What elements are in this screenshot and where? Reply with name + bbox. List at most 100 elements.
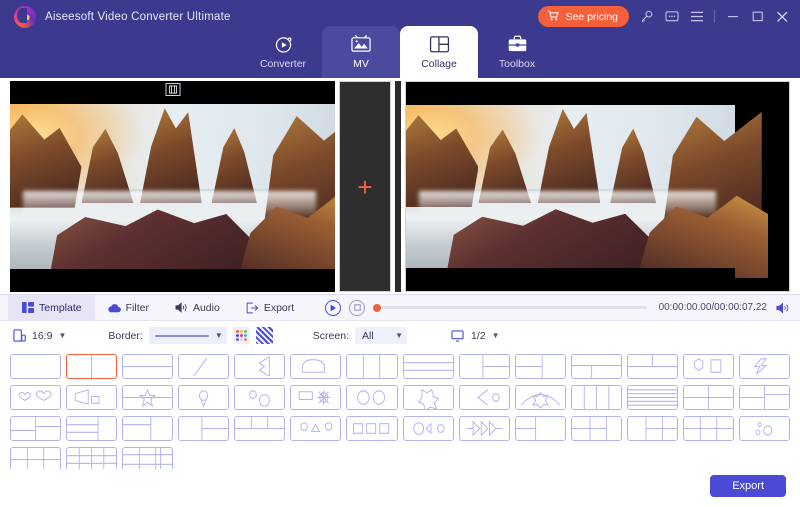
screen-select[interactable]: All ▼ bbox=[354, 327, 407, 344]
aspect-ratio-icon bbox=[12, 329, 26, 343]
template-three-squares-row[interactable] bbox=[346, 416, 398, 441]
page-control[interactable]: 1/2 ▼ bbox=[451, 329, 500, 342]
progress-track[interactable] bbox=[373, 303, 647, 312]
tab-toolbox-label: Toolbox bbox=[498, 58, 536, 70]
tab-toolbox[interactable]: Toolbox bbox=[478, 26, 556, 78]
template-grid-cross-split[interactable] bbox=[682, 416, 734, 441]
template-flower-bracket[interactable] bbox=[458, 385, 510, 410]
footer-bar: Export bbox=[0, 469, 800, 507]
template-icon bbox=[21, 301, 34, 314]
template-vertical-split-3[interactable] bbox=[346, 354, 398, 379]
template-hexagon-square[interactable] bbox=[682, 354, 734, 379]
collage-stage: + bbox=[10, 81, 790, 292]
film-clip-icon[interactable] bbox=[165, 83, 180, 96]
template-top-bar-bottom-split[interactable] bbox=[570, 354, 622, 379]
volume-icon[interactable] bbox=[775, 301, 790, 314]
template-lightning-shape[interactable] bbox=[738, 354, 790, 379]
template-left-split-right-stack[interactable] bbox=[738, 385, 790, 410]
collage-pane-2[interactable] bbox=[405, 81, 790, 292]
tool-tab-audio[interactable]: Audio bbox=[162, 295, 233, 320]
template-flag-gear[interactable] bbox=[290, 385, 342, 410]
template-left-big-right-split-h[interactable] bbox=[122, 416, 174, 441]
template-left-stack-right-big[interactable] bbox=[66, 416, 118, 441]
screen-label: Screen: bbox=[312, 329, 349, 342]
template-top-two-bottom-wide[interactable] bbox=[234, 416, 286, 441]
chevron-down-icon[interactable]: ▼ bbox=[492, 331, 500, 340]
template-top-split-bottom-bar[interactable] bbox=[626, 354, 678, 379]
mv-icon bbox=[350, 34, 372, 54]
template-grid bbox=[10, 354, 790, 469]
chevron-down-icon[interactable]: ▼ bbox=[58, 331, 66, 340]
preview-area: + bbox=[0, 78, 800, 294]
progress-handle[interactable] bbox=[373, 303, 382, 312]
tool-tab-template-label: Template bbox=[39, 301, 82, 314]
template-balloon-shape[interactable] bbox=[178, 385, 230, 410]
stop-circle-icon[interactable] bbox=[349, 299, 366, 316]
template-triple-arrow[interactable] bbox=[458, 416, 510, 441]
template-bubbles-shape[interactable] bbox=[738, 416, 790, 441]
tool-tab-audio-label: Audio bbox=[192, 301, 220, 314]
template-grid-2x3[interactable] bbox=[10, 447, 62, 469]
stripe-pattern-icon[interactable] bbox=[255, 327, 273, 344]
add-media-pane[interactable]: + bbox=[339, 81, 391, 292]
tool-tab-export-label: Export bbox=[263, 301, 295, 314]
border-style-select[interactable]: ▼ bbox=[148, 327, 227, 344]
template-grid-2x2-split[interactable] bbox=[514, 416, 566, 441]
aspect-ratio-control[interactable]: 16:9 ▼ bbox=[12, 329, 66, 343]
template-horizontal-split-3[interactable] bbox=[402, 354, 454, 379]
template-horizontal-split-2[interactable] bbox=[122, 354, 174, 379]
page-value: 1/2 bbox=[470, 329, 486, 342]
plus-icon[interactable]: + bbox=[357, 174, 372, 200]
template-star-banner[interactable] bbox=[122, 385, 174, 410]
template-grid-left-stack-right[interactable] bbox=[570, 416, 622, 441]
app-window: Aiseesoft Video Converter Ultimate See p… bbox=[0, 0, 800, 507]
screen-value: All bbox=[361, 329, 374, 342]
monitor-icon bbox=[451, 329, 465, 342]
converter-icon bbox=[272, 34, 294, 54]
template-two-hearts[interactable] bbox=[10, 385, 62, 410]
template-quad-grid[interactable] bbox=[682, 385, 734, 410]
template-two-circles-small[interactable] bbox=[234, 385, 286, 410]
collage-pane-1[interactable] bbox=[10, 81, 335, 292]
toolbox-icon bbox=[506, 34, 528, 54]
template-arch-flower[interactable] bbox=[514, 385, 566, 410]
template-left-big-right-stack[interactable] bbox=[458, 354, 510, 379]
color-palette-icon[interactable] bbox=[232, 327, 250, 344]
screen-control: Screen: All ▼ bbox=[313, 327, 407, 344]
template-grid-2x2-right-big[interactable] bbox=[626, 416, 678, 441]
tool-tab-template[interactable]: Template bbox=[8, 295, 95, 320]
template-grid-3x3[interactable] bbox=[66, 447, 118, 469]
template-t-shape-split[interactable] bbox=[10, 416, 62, 441]
collage-icon bbox=[428, 34, 450, 54]
pane-gap bbox=[395, 81, 401, 292]
play-circle-icon[interactable] bbox=[325, 299, 342, 316]
template-rounded-blob[interactable] bbox=[290, 354, 342, 379]
template-vertical-split-2[interactable] bbox=[66, 354, 118, 379]
template-megaphone-shape[interactable] bbox=[66, 385, 118, 410]
playback-controls: 00:00:00.00/00:00:07.22 bbox=[325, 299, 800, 316]
tool-tab-export[interactable]: Export bbox=[233, 295, 307, 320]
template-horizontal-split-5[interactable] bbox=[626, 385, 678, 410]
template-bottom-three-split[interactable] bbox=[178, 416, 230, 441]
template-grid-mixed-rows[interactable] bbox=[122, 447, 174, 469]
video-frame-2 bbox=[406, 82, 769, 291]
template-vertical-split-4[interactable] bbox=[570, 385, 622, 410]
template-three-circles-row[interactable] bbox=[290, 416, 342, 441]
tab-mv[interactable]: MV bbox=[322, 26, 400, 78]
template-puzzle-shape[interactable] bbox=[402, 385, 454, 410]
tab-collage[interactable]: Collage bbox=[400, 26, 478, 78]
template-circle-play-circle[interactable] bbox=[402, 416, 454, 441]
video-frame-1 bbox=[10, 81, 335, 292]
template-single-pane[interactable] bbox=[10, 354, 62, 379]
tool-tabs: Template Filter Audio Export bbox=[8, 295, 307, 320]
template-diagonal-split[interactable] bbox=[178, 354, 230, 379]
template-two-circles-large[interactable] bbox=[346, 385, 398, 410]
tab-converter[interactable]: Converter bbox=[244, 26, 322, 78]
template-arrow-notch-split[interactable] bbox=[234, 354, 286, 379]
aspect-ratio-value: 16:9 bbox=[32, 329, 53, 342]
tool-tab-filter[interactable]: Filter bbox=[95, 295, 162, 320]
template-panel bbox=[0, 350, 800, 469]
template-right-big-left-stack[interactable] bbox=[514, 354, 566, 379]
export-button[interactable]: Export bbox=[710, 475, 786, 497]
border-control: Border: ▼ bbox=[108, 327, 273, 344]
